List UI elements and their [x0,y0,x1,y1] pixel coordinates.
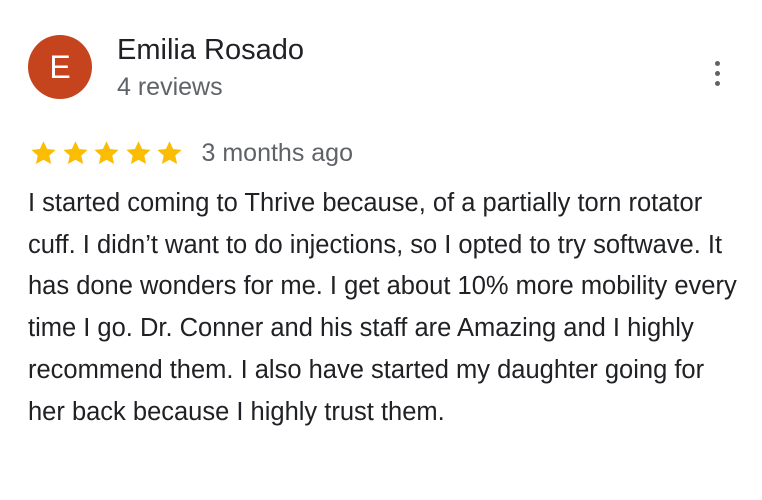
more-vert-icon-dot [714,70,720,76]
star-icon [125,141,151,164]
more-vert-icon [714,60,720,66]
review-count[interactable]: 4 reviews [117,70,223,104]
star-icon [62,141,88,164]
review-card: E Emilia Rosado 4 reviews 3 months ago I… [0,0,762,500]
reviewer-name[interactable]: Emilia Rosado [117,31,304,69]
star-icon [31,141,56,164]
review-text: I started coming to Thrive because, of a… [28,189,737,426]
review-date: 3 months ago [201,139,354,167]
avatar[interactable]: E [28,35,92,99]
more-options-button[interactable] [700,52,734,94]
star-rating [28,138,186,168]
more-vert-icon-dot [714,80,720,86]
star-icon [94,141,119,164]
rating-row: 3 months ago [28,134,353,172]
star-icon [157,141,182,164]
avatar-initial: E [49,49,71,85]
